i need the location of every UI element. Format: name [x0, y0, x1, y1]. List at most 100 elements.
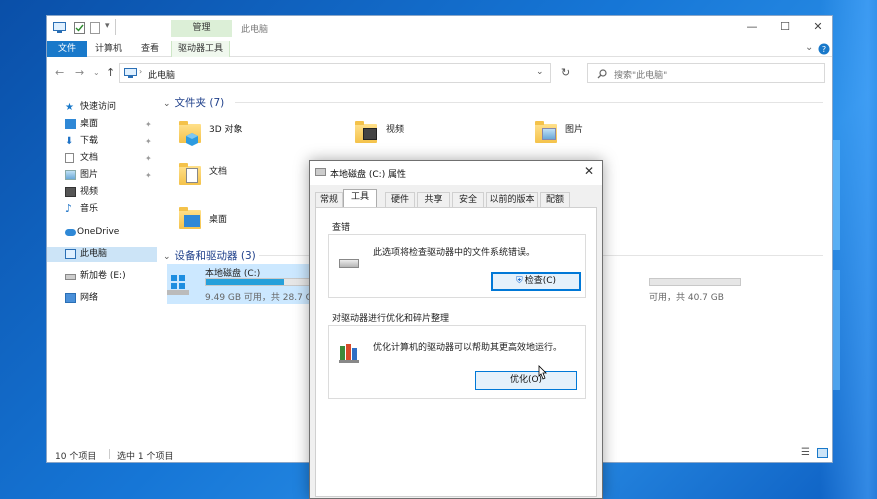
navigation-pane: ★ 快速访问 桌面 ✦ ⬇ 下载 ✦ 文档 ✦ 图片 ✦ 视频 ♪ 音乐 One…	[47, 92, 157, 442]
star-icon: ★	[65, 102, 74, 113]
large-icons-view-icon[interactable]	[817, 448, 828, 458]
cube-icon	[186, 133, 198, 146]
download-icon: ⬇	[65, 136, 74, 147]
tab-previous-versions[interactable]: 以前的版本	[486, 192, 538, 207]
sidebar-item-label: 新加卷 (E:)	[80, 271, 126, 281]
drive-free-space: 可用，共 40.7 GB	[649, 293, 724, 303]
music-icon: ♪	[65, 202, 73, 215]
minimize-button[interactable]: —	[740, 20, 764, 33]
tab-quota[interactable]: 配额	[540, 192, 570, 207]
document-icon	[65, 153, 74, 163]
group-header-folders[interactable]: ⌄ 文件夹 (7)	[163, 95, 224, 110]
mouse-cursor-icon	[538, 365, 547, 380]
svg-text:?: ?	[822, 45, 826, 54]
drive-usage-fill	[206, 279, 284, 285]
picture-icon	[542, 128, 556, 140]
close-button[interactable]: ✕	[806, 20, 830, 33]
check-button[interactable]: ⛨ 检查(C)	[491, 272, 581, 291]
sidebar-item-music[interactable]: ♪ 音乐	[47, 202, 157, 217]
pin-icon[interactable]: ✦	[145, 168, 152, 183]
help-icon[interactable]: ?	[818, 43, 830, 55]
folder-item[interactable]: 图片	[535, 120, 685, 150]
ribbon-tabs: 文件 计算机 查看 驱动器工具 ⌄ ?	[47, 41, 832, 57]
dialog-close-button[interactable]: ✕	[584, 164, 594, 178]
address-dropdown-icon[interactable]: ⌄	[536, 67, 544, 77]
tab-general[interactable]: 常规	[315, 192, 343, 207]
forward-icon[interactable]: →	[75, 66, 84, 79]
pin-icon[interactable]: ✦	[145, 134, 152, 149]
shield-icon: ⛨	[515, 276, 523, 286]
sidebar-item-label: OneDrive	[77, 227, 120, 237]
folder-label: 文档	[209, 167, 228, 177]
drive-free-space: 9.49 GB 可用，共 28.7 GB	[205, 293, 319, 303]
sidebar-item-label: 图片	[80, 170, 99, 180]
optimize-button[interactable]: 优化(O)	[475, 371, 577, 390]
collapse-icon[interactable]: ⌄	[163, 252, 171, 262]
folder-item[interactable]: 桌面	[179, 204, 329, 234]
tab-drive-tools[interactable]: 驱动器工具	[171, 41, 231, 57]
divider	[235, 102, 823, 103]
folder-label: 图片	[565, 125, 584, 135]
maximize-button[interactable]: ☐	[773, 20, 797, 33]
sidebar-item-downloads[interactable]: ⬇ 下载 ✦	[47, 134, 157, 149]
drive-item-c[interactable]: 本地磁盘 (C:) 9.49 GB 可用，共 28.7 GB	[167, 264, 327, 304]
group-header-label: 文件夹 (7)	[174, 97, 225, 109]
new-folder-icon[interactable]	[90, 22, 100, 34]
breadcrumb[interactable]: 此电脑	[148, 68, 175, 81]
back-icon[interactable]: ←	[55, 66, 64, 79]
sidebar-item-desktop[interactable]: 桌面 ✦	[47, 117, 157, 132]
group-header-label: 设备和驱动器 (3)	[174, 250, 256, 262]
search-placeholder: 搜索"此电脑"	[614, 71, 668, 81]
sidebar-item-label: 网络	[80, 293, 99, 303]
title-bar: ▾ 管理 此电脑 — ☐ ✕	[47, 16, 832, 41]
group-header-drives[interactable]: ⌄ 设备和驱动器 (3)	[163, 248, 256, 263]
desktop-icon	[65, 119, 76, 129]
sidebar-item-this-pc[interactable]: 此电脑	[47, 247, 157, 262]
pin-icon[interactable]: ✦	[145, 117, 152, 132]
collapse-icon[interactable]: ⌄	[163, 99, 171, 109]
context-tab-manage[interactable]: 管理	[171, 20, 232, 37]
sidebar-item-quick-access[interactable]: ★ 快速访问	[47, 100, 157, 115]
recent-dropdown-icon[interactable]: ⌄	[93, 68, 100, 77]
details-view-icon[interactable]: ☰	[801, 447, 810, 458]
folder-item[interactable]: 3D 对象	[179, 120, 329, 150]
search-input[interactable]: 搜索"此电脑"	[587, 63, 825, 83]
sidebar-item-label: 桌面	[80, 119, 99, 129]
drive-icon	[65, 274, 76, 280]
pin-icon[interactable]: ✦	[145, 151, 152, 166]
up-icon[interactable]: ↑	[106, 66, 115, 79]
tab-computer[interactable]: 计算机	[95, 41, 122, 57]
sidebar-item-documents[interactable]: 文档 ✦	[47, 151, 157, 166]
tab-sharing[interactable]: 共享	[417, 192, 450, 207]
tab-view[interactable]: 查看	[141, 41, 159, 57]
selected-count: 选中 1 个项目	[117, 452, 174, 462]
address-field[interactable]: › 此电脑 ⌄	[119, 63, 551, 83]
drive-icon	[167, 290, 189, 295]
folder-item[interactable]: 文档	[179, 158, 329, 188]
tab-security[interactable]: 安全	[452, 192, 484, 207]
desktop-icon	[184, 215, 200, 227]
optimize-title: 对驱动器进行优化和碎片整理	[332, 314, 450, 324]
tab-file[interactable]: 文件	[47, 41, 87, 57]
breadcrumb-chevron-icon[interactable]: ›	[139, 67, 142, 76]
computer-icon	[124, 68, 137, 78]
folder-item[interactable]: 视频	[355, 120, 505, 150]
divider	[115, 19, 116, 35]
sidebar-item-new-volume[interactable]: 新加卷 (E:)	[47, 269, 157, 284]
sidebar-item-label: 快速访问	[80, 102, 117, 112]
expand-ribbon-icon[interactable]: ⌄	[805, 42, 813, 53]
sidebar-item-videos[interactable]: 视频	[47, 185, 157, 200]
quick-access-dropdown-icon[interactable]: ▾	[105, 21, 110, 31]
sidebar-item-onedrive[interactable]: OneDrive	[47, 225, 157, 240]
properties-icon[interactable]	[74, 22, 85, 34]
drive-usage-bar	[649, 278, 741, 286]
network-icon	[65, 293, 76, 303]
tab-hardware[interactable]: 硬件	[385, 192, 415, 207]
sidebar-item-label: 视频	[80, 187, 99, 197]
refresh-icon[interactable]: ↻	[561, 66, 570, 79]
tab-tools[interactable]: 工具	[343, 189, 377, 207]
tools-panel: 查错 此选项将检查驱动器中的文件系统错误。 ⛨ 检查(C) 对驱动器进行优化和碎片…	[315, 207, 597, 497]
sidebar-item-network[interactable]: 网络	[47, 291, 157, 306]
sidebar-item-pictures[interactable]: 图片 ✦	[47, 168, 157, 183]
windows-logo-icon	[171, 275, 185, 289]
